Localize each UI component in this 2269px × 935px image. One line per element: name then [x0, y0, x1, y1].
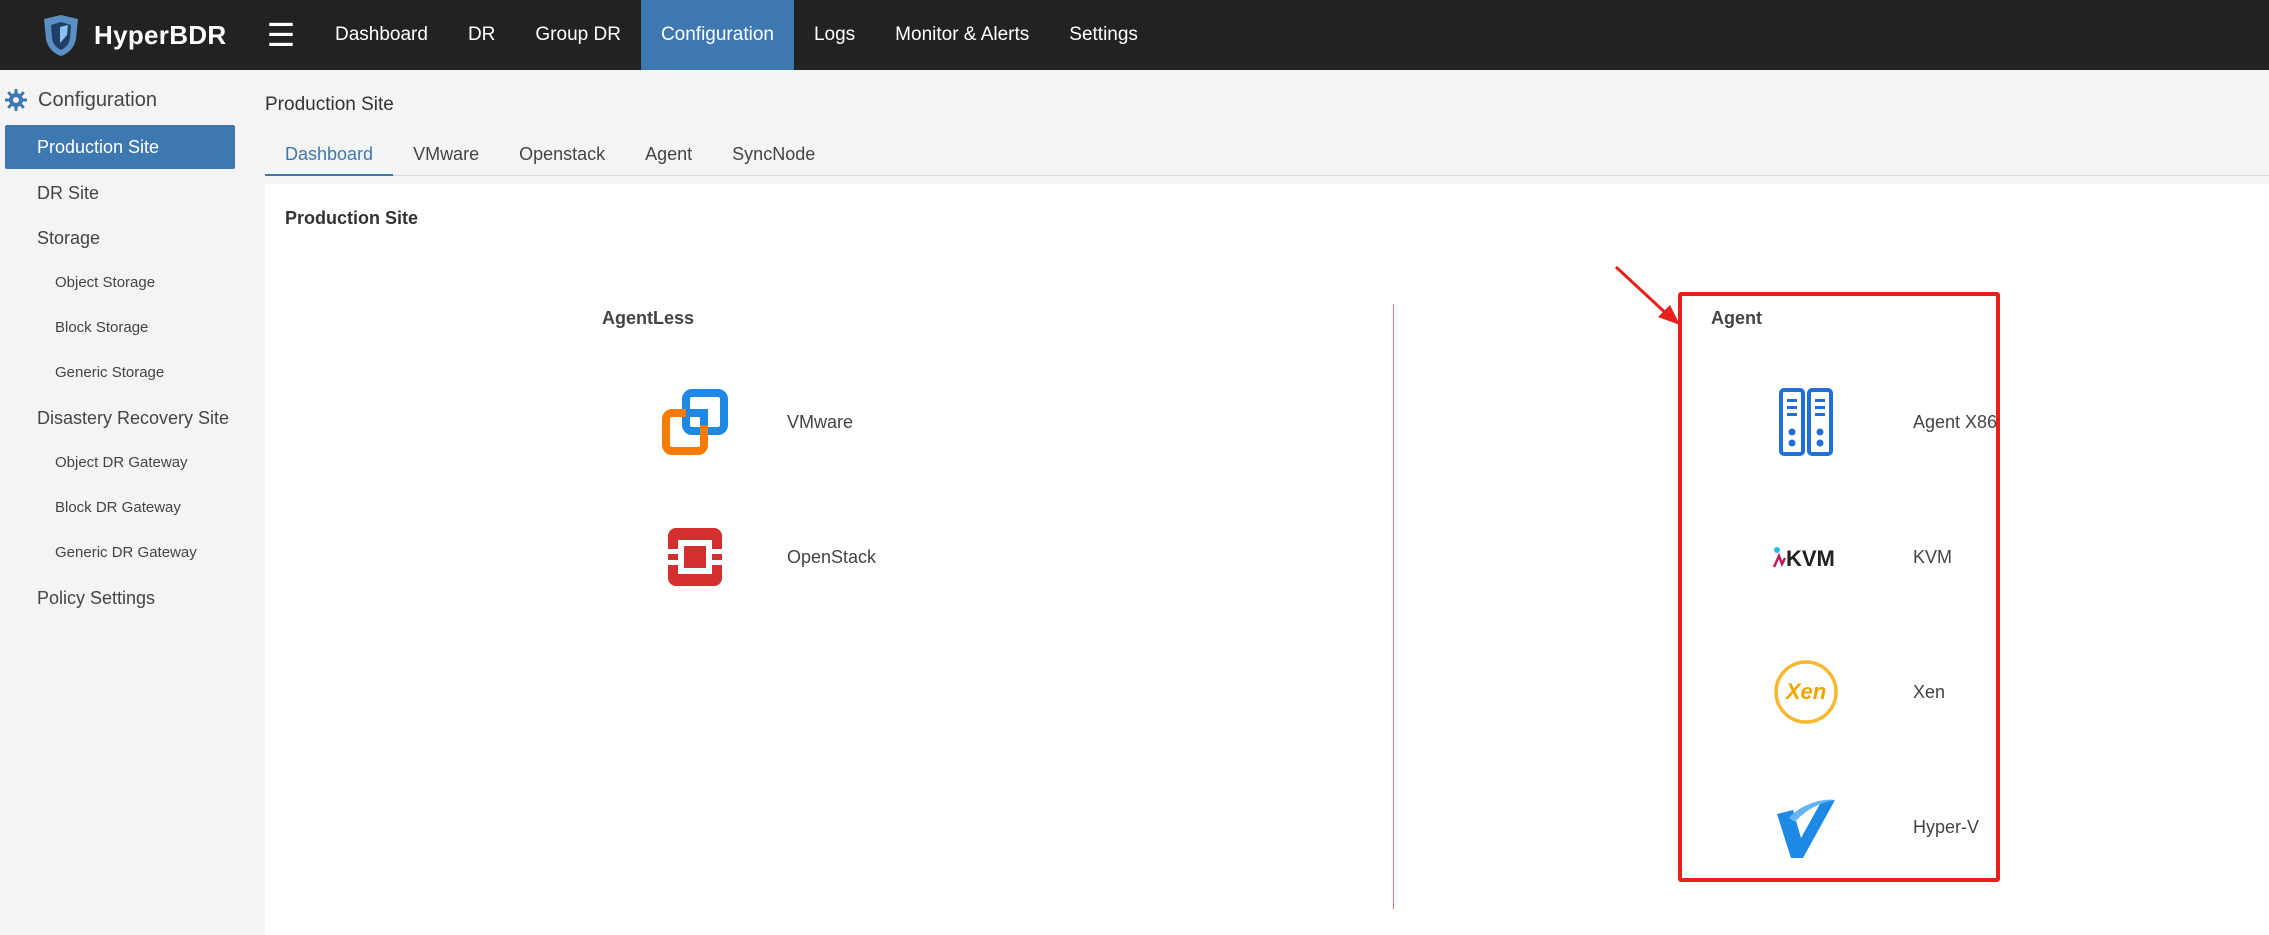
gear-icon: [5, 89, 27, 111]
tab-dashboard[interactable]: Dashboard: [265, 136, 394, 176]
nav-monitor-alerts[interactable]: Monitor & Alerts: [875, 0, 1049, 70]
openstack-icon: [660, 522, 730, 592]
tab-syncnode[interactable]: SyncNode: [712, 136, 835, 176]
tab-vmware[interactable]: VMware: [393, 136, 499, 176]
sidebar-item-block-dr-gateway[interactable]: Block DR Gateway: [5, 486, 235, 530]
nav-configuration[interactable]: Configuration: [640, 0, 794, 70]
vmware-icon: [660, 387, 730, 457]
tab-agent[interactable]: Agent: [625, 136, 712, 176]
shield-logo-icon: [44, 15, 78, 56]
agentless-vmware-entry[interactable]: VMware: [660, 387, 853, 457]
nav-dr[interactable]: DR: [448, 0, 515, 70]
sidebar-heading: Configuration: [4, 88, 157, 112]
tab-bar: Dashboard VMware Openstack Agent SyncNod…: [265, 136, 2269, 176]
nav-group-dr[interactable]: Group DR: [515, 0, 641, 70]
sidebar-item-storage[interactable]: Storage: [5, 216, 235, 260]
panel-title: Production Site: [285, 208, 419, 228]
sidebar-heading-label: Configuration: [38, 88, 157, 111]
menu-toggle-icon[interactable]: ☰: [266, 17, 296, 53]
top-nav: Dashboard DR Group DR Configuration Logs…: [315, 0, 1158, 70]
section-divider: [1393, 304, 1394, 909]
agentless-openstack-entry[interactable]: OpenStack: [660, 522, 876, 592]
nav-dashboard[interactable]: Dashboard: [315, 0, 448, 70]
openstack-label: OpenStack: [787, 546, 877, 567]
app-logo[interactable]: HyperBDR: [40, 10, 226, 60]
sidebar-item-dr-site[interactable]: DR Site: [5, 171, 235, 215]
agentless-title: AgentLess: [602, 308, 695, 328]
agent-highlight-box: [1678, 292, 2000, 882]
sidebar-item-object-dr-gateway[interactable]: Object DR Gateway: [5, 441, 235, 485]
sidebar-item-production-site[interactable]: Production Site: [5, 125, 235, 169]
page-title: Production Site: [265, 94, 394, 115]
sidebar-item-disaster-recovery-site[interactable]: Disastery Recovery Site: [5, 396, 235, 440]
top-navbar: HyperBDR ☰ Dashboard DR Group DR Configu…: [0, 0, 2269, 70]
sidebar-item-generic-storage[interactable]: Generic Storage: [5, 351, 235, 395]
sidebar-item-generic-dr-gateway[interactable]: Generic DR Gateway: [5, 531, 235, 575]
nav-settings[interactable]: Settings: [1049, 0, 1158, 70]
sidebar-item-object-storage[interactable]: Object Storage: [5, 261, 235, 305]
sidebar-item-block-storage[interactable]: Block Storage: [5, 306, 235, 350]
sidebar: Configuration Production Site DR Site St…: [0, 70, 240, 935]
app-name: HyperBDR: [94, 19, 227, 50]
tab-openstack[interactable]: Openstack: [499, 136, 625, 176]
annotation-arrow: [1614, 265, 1680, 325]
nav-logs[interactable]: Logs: [794, 0, 875, 70]
vmware-label: VMware: [787, 411, 854, 432]
sidebar-item-policy-settings[interactable]: Policy Settings: [5, 576, 235, 620]
